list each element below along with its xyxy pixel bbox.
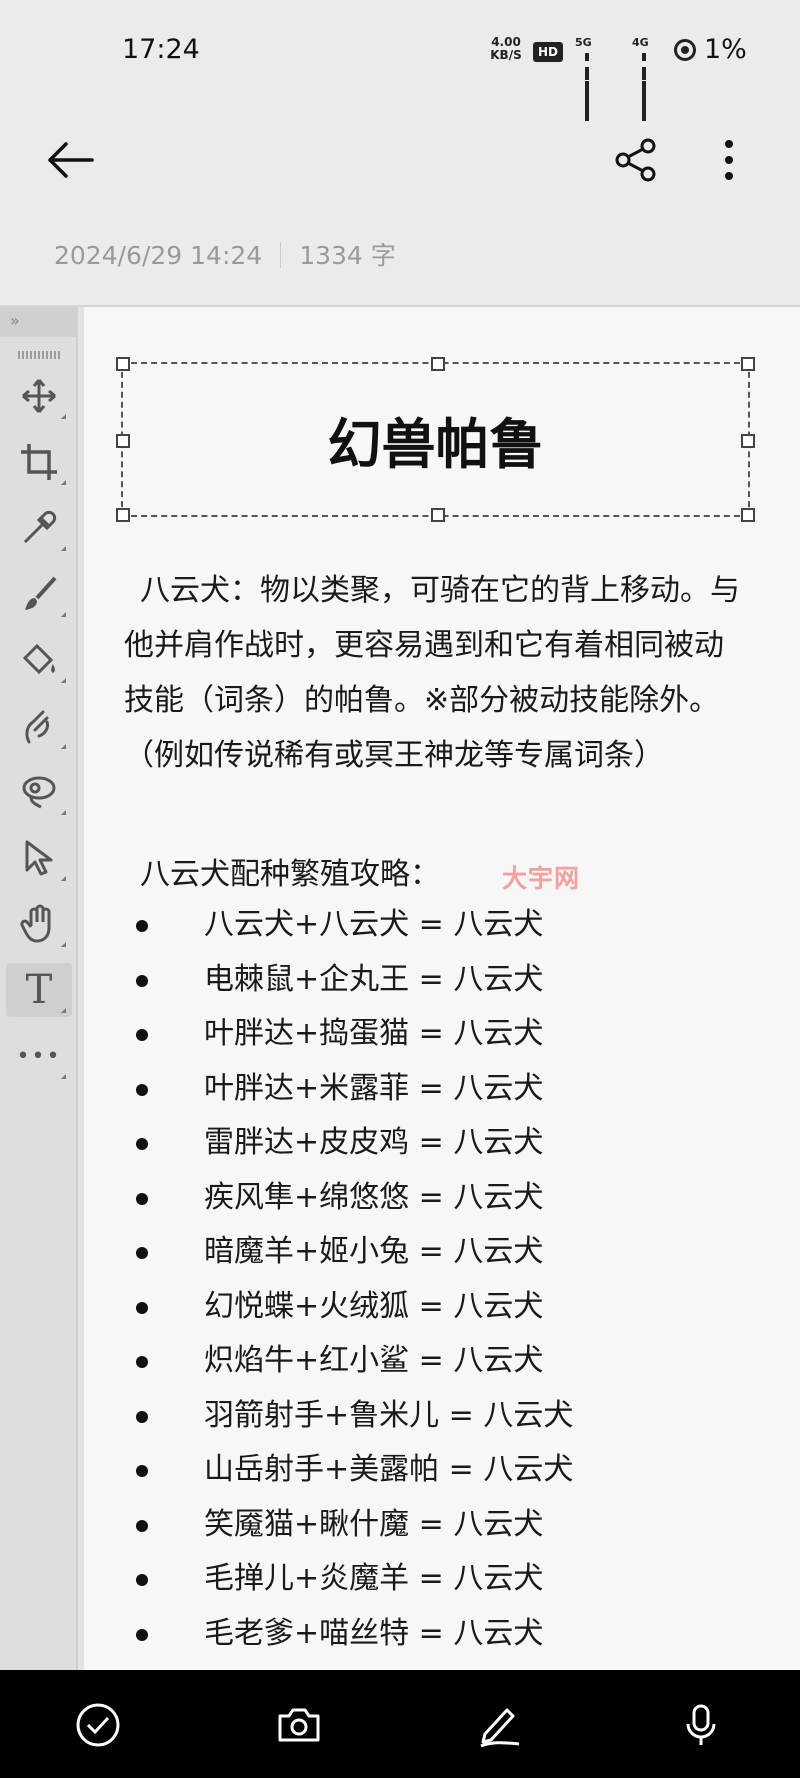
more-options-button[interactable] bbox=[714, 138, 744, 182]
note-meta: 2024/6/29 14:24 1334 字 bbox=[54, 236, 396, 272]
hotspot-icon bbox=[674, 39, 696, 61]
check-circle-icon bbox=[76, 1703, 120, 1747]
list-item[interactable]: 毛老爹+喵丝特 = 八云犬 bbox=[84, 1607, 573, 1662]
list-item[interactable]: 暗魔羊+姬小兔 = 八云犬 bbox=[84, 1225, 573, 1280]
text-tool-icon: T bbox=[25, 967, 53, 1013]
voice-input-button[interactable] bbox=[676, 1700, 726, 1750]
arrow-left-icon bbox=[48, 142, 94, 178]
bottom-action-bar bbox=[0, 1670, 800, 1778]
more-vertical-icon bbox=[725, 140, 733, 180]
breeding-subheading[interactable]: 八云犬配种繁殖攻略： bbox=[140, 850, 440, 900]
title-text-box[interactable]: 幻兽帕鲁 bbox=[116, 357, 755, 522]
camera-icon bbox=[278, 1708, 320, 1742]
crop-tool[interactable] bbox=[6, 435, 72, 489]
brush-tool[interactable] bbox=[6, 567, 72, 621]
more-horizontal-icon: ••• bbox=[16, 1043, 62, 1069]
microphone-icon bbox=[686, 1704, 716, 1745]
word-count: 1334 字 bbox=[299, 241, 396, 270]
note-datetime: 2024/6/29 14:24 bbox=[54, 241, 263, 270]
list-item[interactable]: 疾风隼+绵悠悠 = 八云犬 bbox=[84, 1171, 573, 1226]
select-tool[interactable] bbox=[6, 831, 72, 885]
network-speed-unit: KB/S bbox=[490, 48, 522, 62]
page-title[interactable]: 幻兽帕鲁 bbox=[123, 364, 748, 515]
list-item[interactable]: 山岳射手+美露帕 = 八云犬 bbox=[84, 1443, 573, 1498]
more-tools-button[interactable]: ••• bbox=[6, 1029, 72, 1083]
list-item[interactable]: 炽焰牛+红小鲨 = 八云犬 bbox=[84, 1334, 573, 1389]
hand-icon bbox=[20, 904, 51, 943]
status-bar: 17:24 4.00 KB/S HD 5G 4G 1% bbox=[0, 0, 800, 121]
list-item[interactable]: 叶胖达+捣蛋猫 = 八云犬 bbox=[84, 1007, 573, 1062]
eyedropper-tool[interactable] bbox=[6, 501, 72, 555]
back-button[interactable] bbox=[44, 140, 100, 180]
fill-bucket-icon bbox=[22, 643, 55, 675]
text-tool[interactable]: T bbox=[6, 963, 72, 1017]
status-time: 17:24 bbox=[122, 34, 200, 65]
share-icon bbox=[615, 138, 656, 182]
handwriting-button[interactable] bbox=[475, 1700, 525, 1750]
crop-icon bbox=[21, 444, 57, 480]
drawing-editor: » T ••• 幻兽帕鲁 八云犬：物以类聚，可骑在它的背上移动。与他并肩作战时，… bbox=[0, 305, 800, 1672]
watermark-logo: 大宇网 bbox=[502, 864, 581, 893]
camera-button[interactable] bbox=[274, 1700, 324, 1750]
list-item[interactable]: 叶胖达+米露菲 = 八云犬 bbox=[84, 1062, 573, 1117]
battery-level: 1% bbox=[704, 34, 747, 65]
note-page[interactable]: 幻兽帕鲁 八云犬：物以类聚，可骑在它的背上移动。与他并肩作战时，更容易遇到和它有… bbox=[84, 307, 800, 1672]
list-item[interactable]: 羽箭射手+鲁米儿 = 八云犬 bbox=[84, 1389, 573, 1444]
hd-voice-icon: HD bbox=[533, 42, 563, 62]
move-icon bbox=[22, 379, 56, 413]
pen-icon bbox=[480, 1708, 520, 1748]
intro-paragraph[interactable]: 八云犬：物以类聚，可骑在它的背上移动。与他并肩作战时，更容易遇到和它有着相同被动… bbox=[124, 563, 750, 783]
smudge-tool[interactable] bbox=[6, 699, 72, 753]
hand-tool[interactable] bbox=[6, 897, 72, 951]
intro-text: 八云犬：物以类聚，可骑在它的背上移动。与他并肩作战时，更容易遇到和它有着相同被动… bbox=[124, 573, 740, 773]
eyedropper-icon bbox=[23, 510, 57, 544]
note-toolbar bbox=[0, 110, 800, 210]
list-item[interactable]: 幻悦蝶+火绒狐 = 八云犬 bbox=[84, 1280, 573, 1335]
lasso-icon bbox=[22, 776, 56, 809]
done-button[interactable] bbox=[73, 1700, 123, 1750]
list-item[interactable]: 毛掸儿+炎魔羊 = 八云犬 bbox=[84, 1552, 573, 1607]
list-item[interactable]: 雷胖达+皮皮鸡 = 八云犬 bbox=[84, 1116, 573, 1171]
breeding-recipe-list: 八云犬+八云犬 = 八云犬 电棘鼠+企丸王 = 八云犬 叶胖达+捣蛋猫 = 八云犬叶… bbox=[84, 898, 573, 1661]
palette-collapse-button[interactable]: » bbox=[0, 307, 76, 337]
meta-divider bbox=[280, 242, 282, 268]
list-item[interactable]: 笑魇猫+瞅什魔 = 八云犬 bbox=[84, 1498, 573, 1553]
list-item[interactable]: 电棘鼠+企丸王 = 八云犬 bbox=[84, 953, 573, 1008]
select-arrow-icon bbox=[25, 840, 53, 876]
move-tool[interactable] bbox=[6, 369, 72, 423]
list-item[interactable]: 八云犬+八云犬 = 八云犬 bbox=[84, 898, 573, 953]
network-speed: 4.00 KB/S bbox=[486, 36, 526, 62]
smudge-icon bbox=[25, 710, 49, 744]
brush-icon bbox=[25, 576, 57, 610]
tool-palette: » T ••• bbox=[0, 307, 78, 1672]
palette-drag-handle[interactable] bbox=[18, 351, 62, 359]
share-button[interactable] bbox=[614, 138, 658, 182]
lasso-tool[interactable] bbox=[6, 765, 72, 819]
fill-tool[interactable] bbox=[6, 633, 72, 687]
